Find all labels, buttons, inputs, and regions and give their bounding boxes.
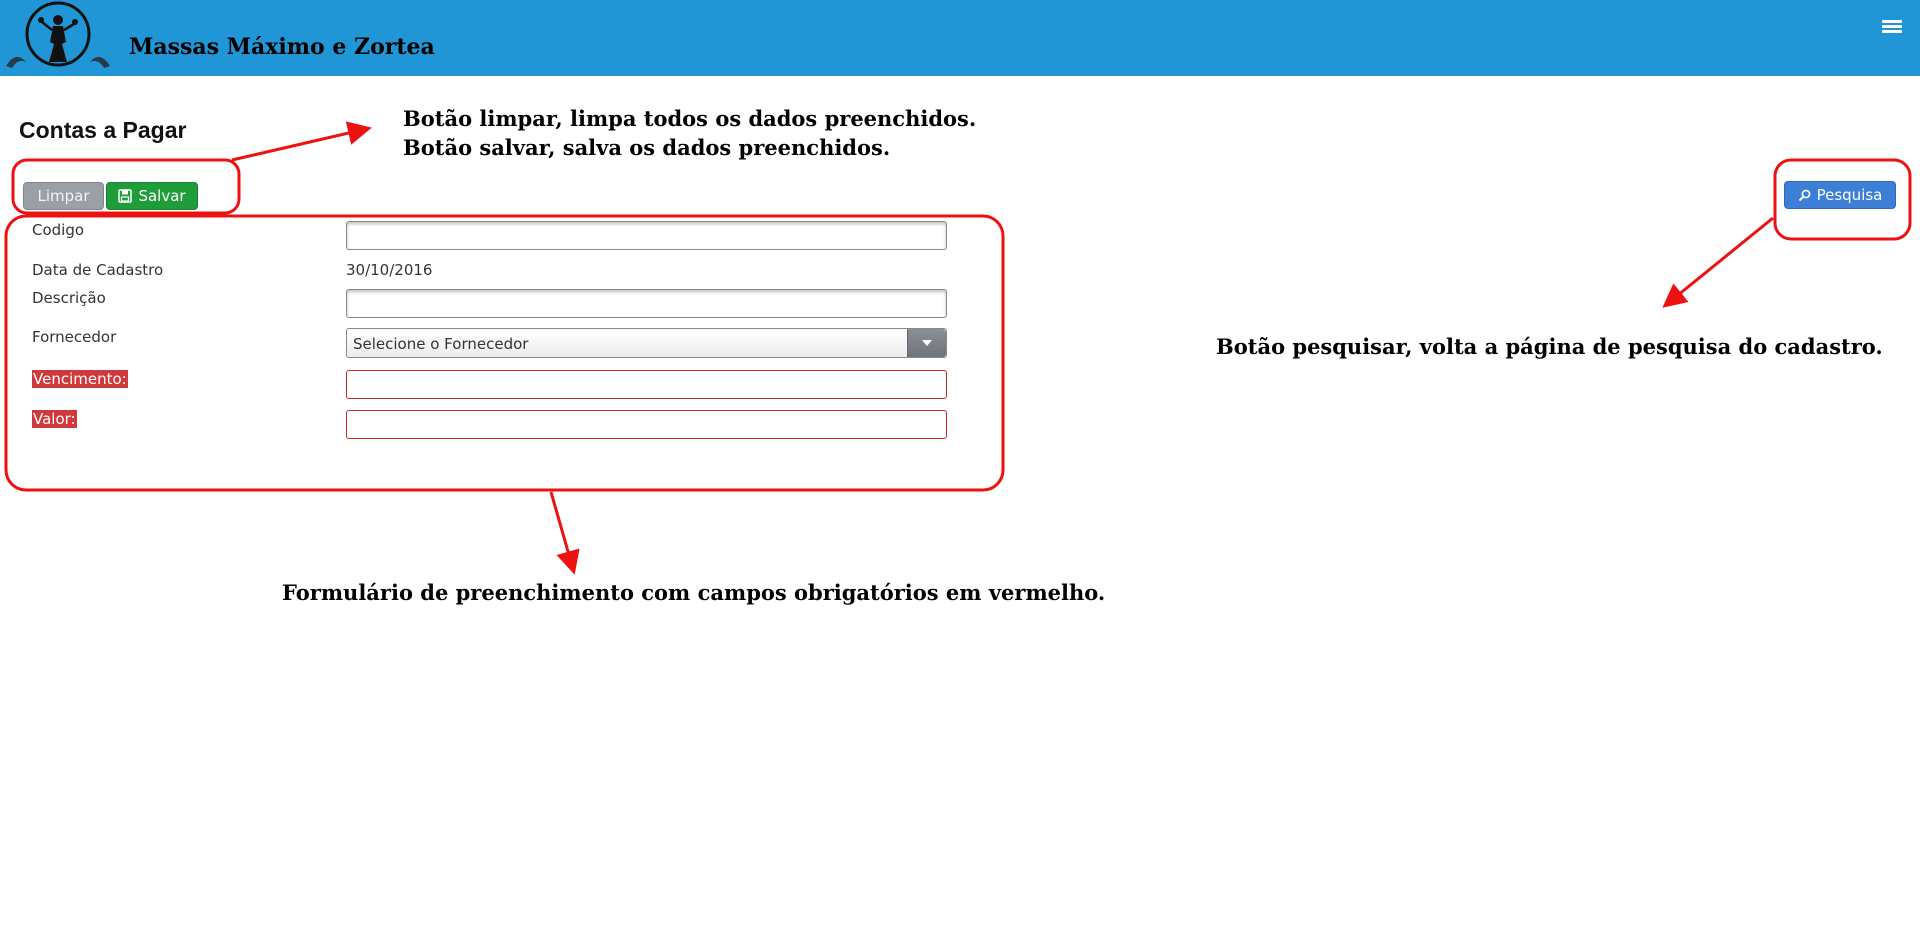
save-button-label: Salvar [138,187,186,205]
woman-silhouette-logo-icon[interactable] [4,0,112,74]
annotation-search: Botão pesquisar, volta a página de pesqu… [1216,334,1883,359]
clear-button-label: Limpar [37,187,90,205]
fornecedor-label: Fornecedor [32,328,117,346]
codigo-field[interactable] [346,221,947,250]
fornecedor-select[interactable]: Selecione o Fornecedor [346,328,947,358]
data-cadastro-value: 30/10/2016 [346,261,433,279]
magnifier-icon [1798,189,1811,201]
search-button[interactable]: Pesquisa [1784,181,1896,209]
valor-label: Valor: [32,410,77,428]
chevron-down-icon[interactable] [907,329,946,357]
floppy-disk-icon [118,189,133,203]
vencimento-field[interactable] [346,370,947,399]
app-header: Massas Máximo e Zortea [0,0,1920,76]
buttons-arrow [231,121,372,162]
clear-button[interactable]: Limpar [23,182,104,210]
annotation-overlay [4,121,1912,575]
data-cadastro-label: Data de Cadastro [32,261,164,279]
valor-field[interactable] [346,410,947,439]
search-button-label: Pesquisa [1816,186,1883,204]
descricao-label: Descrição [32,289,106,307]
annotation-buttons-line1: Botão limpar, limpa todos os dados preen… [403,106,977,131]
descricao-field[interactable] [346,289,947,318]
vencimento-label: Vencimento: [32,370,128,388]
annotation-form: Formulário de preenchimento com campos o… [282,580,1106,605]
brand-name: Massas Máximo e Zortea [129,34,435,60]
page-title: Contas a Pagar [19,117,187,143]
hamburger-menu-icon[interactable] [1882,18,1902,38]
codigo-label: Codigo [32,221,85,239]
form-arrow [549,491,580,575]
annotation-buttons-line2: Botão salvar, salva os dados preenchidos… [403,135,891,160]
save-button[interactable]: Salvar [106,182,198,210]
fornecedor-selected-value: Selecione o Fornecedor [353,335,529,353]
search-arrow [1662,216,1774,308]
